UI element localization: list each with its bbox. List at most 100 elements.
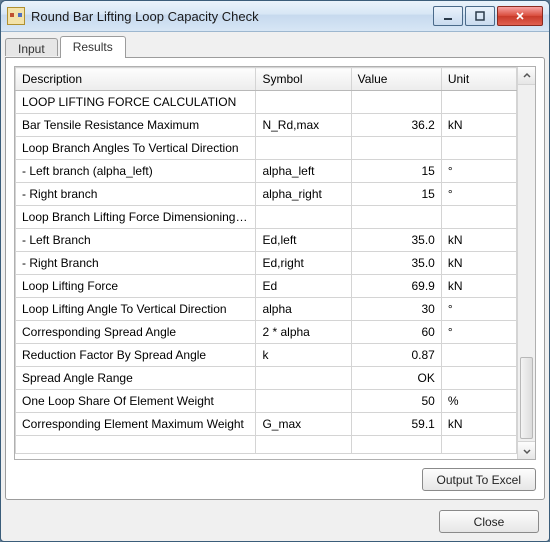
table-row[interactable] — [16, 436, 517, 454]
cell-value[interactable]: 35.0 — [351, 252, 441, 275]
cell-desc[interactable]: Loop Branch Angles To Vertical Direction — [16, 137, 256, 160]
cell-value[interactable]: OK — [351, 367, 441, 390]
cell-value[interactable]: 59.1 — [351, 413, 441, 436]
close-button[interactable]: Close — [439, 510, 539, 533]
table-row[interactable]: One Loop Share Of Element Weight 50% — [16, 390, 517, 413]
close-window-button[interactable] — [497, 6, 543, 26]
table-row[interactable]: Spread Angle Range OK — [16, 367, 517, 390]
table-row[interactable]: Loop Branch Angles To Vertical Direction — [16, 137, 517, 160]
table-row[interactable]: - Right BranchEd,right35.0kN — [16, 252, 517, 275]
app-icon — [7, 7, 25, 25]
cell-unit[interactable]: kN — [441, 252, 516, 275]
cell-desc[interactable]: Loop Branch Lifting Force Dimensioning V… — [16, 206, 256, 229]
cell-symbol[interactable]: G_max — [256, 413, 351, 436]
table-row[interactable]: LOOP LIFTING FORCE CALCULATION — [16, 91, 517, 114]
cell-unit[interactable]: kN — [441, 275, 516, 298]
cell-symbol[interactable] — [256, 91, 351, 114]
table-row[interactable]: Bar Tensile Resistance MaximumN_Rd,max36… — [16, 114, 517, 137]
cell-desc[interactable]: - Left branch (alpha_left) — [16, 160, 256, 183]
cell-symbol[interactable]: alpha_left — [256, 160, 351, 183]
col-header-unit[interactable]: Unit — [441, 68, 516, 91]
cell-unit[interactable] — [441, 367, 516, 390]
cell-symbol[interactable] — [256, 206, 351, 229]
cell-symbol[interactable]: alpha_right — [256, 183, 351, 206]
cell-value[interactable]: 35.0 — [351, 229, 441, 252]
cell-value[interactable]: 60 — [351, 321, 441, 344]
cell-unit[interactable] — [441, 137, 516, 160]
cell-desc[interactable]: Reduction Factor By Spread Angle — [16, 344, 256, 367]
cell-unit[interactable] — [441, 91, 516, 114]
table-row[interactable]: Corresponding Spread Angle2 * alpha60° — [16, 321, 517, 344]
cell-unit[interactable] — [441, 206, 516, 229]
cell-desc[interactable]: - Left Branch — [16, 229, 256, 252]
tab-input[interactable]: Input — [5, 38, 58, 56]
cell-desc[interactable] — [16, 436, 256, 454]
cell-symbol[interactable]: Ed — [256, 275, 351, 298]
vertical-scrollbar[interactable] — [517, 67, 535, 459]
cell-symbol[interactable] — [256, 367, 351, 390]
cell-unit[interactable]: kN — [441, 229, 516, 252]
cell-desc[interactable]: Bar Tensile Resistance Maximum — [16, 114, 256, 137]
cell-desc[interactable]: One Loop Share Of Element Weight — [16, 390, 256, 413]
cell-unit[interactable]: ° — [441, 298, 516, 321]
titlebar: Round Bar Lifting Loop Capacity Check — [1, 1, 549, 32]
cell-desc[interactable]: LOOP LIFTING FORCE CALCULATION — [16, 91, 256, 114]
cell-value[interactable] — [351, 137, 441, 160]
col-header-symbol[interactable]: Symbol — [256, 68, 351, 91]
table-row[interactable]: Loop Branch Lifting Force Dimensioning V… — [16, 206, 517, 229]
chevron-down-icon — [523, 447, 531, 455]
cell-unit[interactable]: kN — [441, 114, 516, 137]
table-row[interactable]: Reduction Factor By Spread Anglek0.87 — [16, 344, 517, 367]
cell-unit[interactable]: ° — [441, 321, 516, 344]
scroll-up-button[interactable] — [518, 67, 535, 85]
cell-desc[interactable]: - Right Branch — [16, 252, 256, 275]
cell-unit[interactable]: ° — [441, 183, 516, 206]
scroll-thumb[interactable] — [520, 357, 533, 439]
cell-symbol[interactable] — [256, 436, 351, 454]
cell-value[interactable] — [351, 206, 441, 229]
results-grid: Description Symbol Value Unit LOOP LIFTI… — [15, 67, 517, 454]
cell-symbol[interactable]: k — [256, 344, 351, 367]
table-row[interactable]: Loop Lifting ForceEd69.9kN — [16, 275, 517, 298]
cell-value[interactable]: 36.2 — [351, 114, 441, 137]
cell-value[interactable] — [351, 436, 441, 454]
cell-desc[interactable]: Spread Angle Range — [16, 367, 256, 390]
table-row[interactable]: Corresponding Element Maximum WeightG_ma… — [16, 413, 517, 436]
cell-value[interactable]: 30 — [351, 298, 441, 321]
cell-unit[interactable]: % — [441, 390, 516, 413]
cell-desc[interactable]: Loop Lifting Angle To Vertical Direction — [16, 298, 256, 321]
output-to-excel-button[interactable]: Output To Excel — [422, 468, 537, 491]
tab-results[interactable]: Results — [60, 36, 126, 58]
cell-symbol[interactable]: 2 * alpha — [256, 321, 351, 344]
tab-results-label: Results — [73, 40, 113, 54]
table-row[interactable]: - Right branchalpha_right15° — [16, 183, 517, 206]
cell-desc[interactable]: Corresponding Spread Angle — [16, 321, 256, 344]
cell-symbol[interactable]: Ed,right — [256, 252, 351, 275]
table-row[interactable]: Loop Lifting Angle To Vertical Direction… — [16, 298, 517, 321]
cell-value[interactable]: 69.9 — [351, 275, 441, 298]
minimize-button[interactable] — [433, 6, 463, 26]
cell-symbol[interactable]: N_Rd,max — [256, 114, 351, 137]
cell-unit[interactable]: kN — [441, 413, 516, 436]
cell-value[interactable] — [351, 91, 441, 114]
maximize-button[interactable] — [465, 6, 495, 26]
cell-symbol[interactable]: Ed,left — [256, 229, 351, 252]
cell-value[interactable]: 15 — [351, 160, 441, 183]
table-row[interactable]: - Left BranchEd,left35.0kN — [16, 229, 517, 252]
table-row[interactable]: - Left branch (alpha_left)alpha_left15° — [16, 160, 517, 183]
cell-desc[interactable]: Loop Lifting Force — [16, 275, 256, 298]
cell-symbol[interactable] — [256, 137, 351, 160]
cell-desc[interactable]: Corresponding Element Maximum Weight — [16, 413, 256, 436]
cell-symbol[interactable] — [256, 390, 351, 413]
cell-value[interactable]: 0.87 — [351, 344, 441, 367]
scroll-down-button[interactable] — [518, 441, 535, 459]
cell-value[interactable]: 15 — [351, 183, 441, 206]
cell-value[interactable]: 50 — [351, 390, 441, 413]
cell-symbol[interactable]: alpha — [256, 298, 351, 321]
col-header-value[interactable]: Value — [351, 68, 441, 91]
cell-unit[interactable] — [441, 344, 516, 367]
cell-desc[interactable]: - Right branch — [16, 183, 256, 206]
cell-unit[interactable] — [441, 436, 516, 454]
cell-unit[interactable]: ° — [441, 160, 516, 183]
col-header-description[interactable]: Description — [16, 68, 256, 91]
